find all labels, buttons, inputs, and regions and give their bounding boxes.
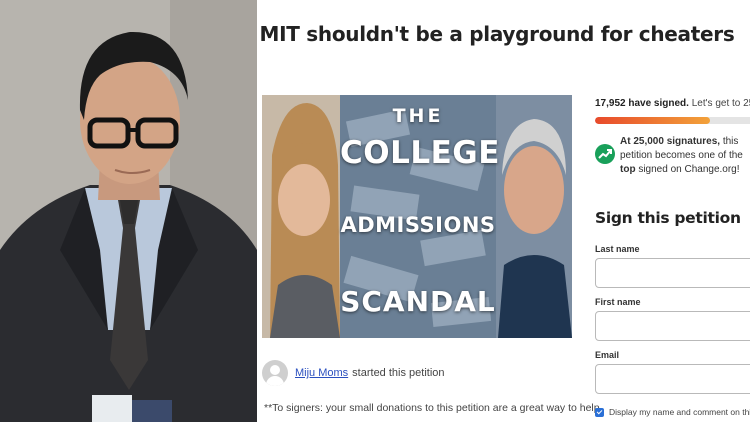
email-field[interactable] [595, 364, 750, 394]
progress-fill [595, 117, 711, 124]
petition-starter: Miju Moms started this petition [262, 358, 572, 388]
petition-banner-image: THE COLLEGE ADMISSIONS SCANDAL [262, 95, 572, 338]
trending-up-icon [595, 144, 615, 164]
milestone-end: signed on Change.org! [638, 164, 740, 175]
banner-line-admissions: ADMISSIONS [340, 213, 496, 237]
avatar [262, 360, 288, 386]
signature-progress-bar [595, 117, 750, 124]
portrait-illustration [0, 0, 257, 422]
first-name-field[interactable] [595, 311, 750, 341]
petition-title: MIT shouldn't be a playground for cheate… [259, 22, 735, 46]
milestone-text: At 25,000 signatures, this petition beco… [620, 135, 750, 177]
display-name-checkbox[interactable] [595, 407, 604, 417]
milestone-bold: At 25,000 signatures, [620, 136, 721, 147]
display-name-label: Display my name and comment on this peti… [609, 407, 750, 417]
banner-line-college: COLLEGE [340, 135, 500, 171]
signed-count: 17,952 have signed. [595, 98, 689, 109]
starter-suffix: started this petition [352, 367, 445, 379]
signature-count: 17,952 have signed. Let's get to 25,000! [595, 98, 750, 109]
signature-goal: Let's get to 25,000! [691, 98, 750, 109]
first-name-label: First name [595, 297, 641, 307]
starter-name-link[interactable]: Miju Moms [295, 367, 348, 379]
banner-line-scandal: SCANDAL [340, 285, 496, 318]
sign-sidebar: 17,952 have signed. Let's get to 25,000!… [595, 92, 750, 422]
man-in-suit-photo [0, 0, 257, 422]
petition-page: MIT shouldn't be a playground for cheate… [257, 0, 750, 422]
banner-line-the: THE [392, 105, 444, 127]
sign-heading: Sign this petition [595, 209, 741, 227]
signers-note: **To signers: your small donations to th… [264, 402, 600, 414]
milestone-top: top [620, 164, 636, 175]
last-name-label: Last name [595, 244, 640, 254]
display-name-option[interactable]: Display my name and comment on this peti… [595, 407, 750, 417]
last-name-field[interactable] [595, 258, 750, 288]
email-label: Email [595, 350, 620, 360]
banner-text: THE COLLEGE ADMISSIONS SCANDAL [340, 95, 500, 338]
